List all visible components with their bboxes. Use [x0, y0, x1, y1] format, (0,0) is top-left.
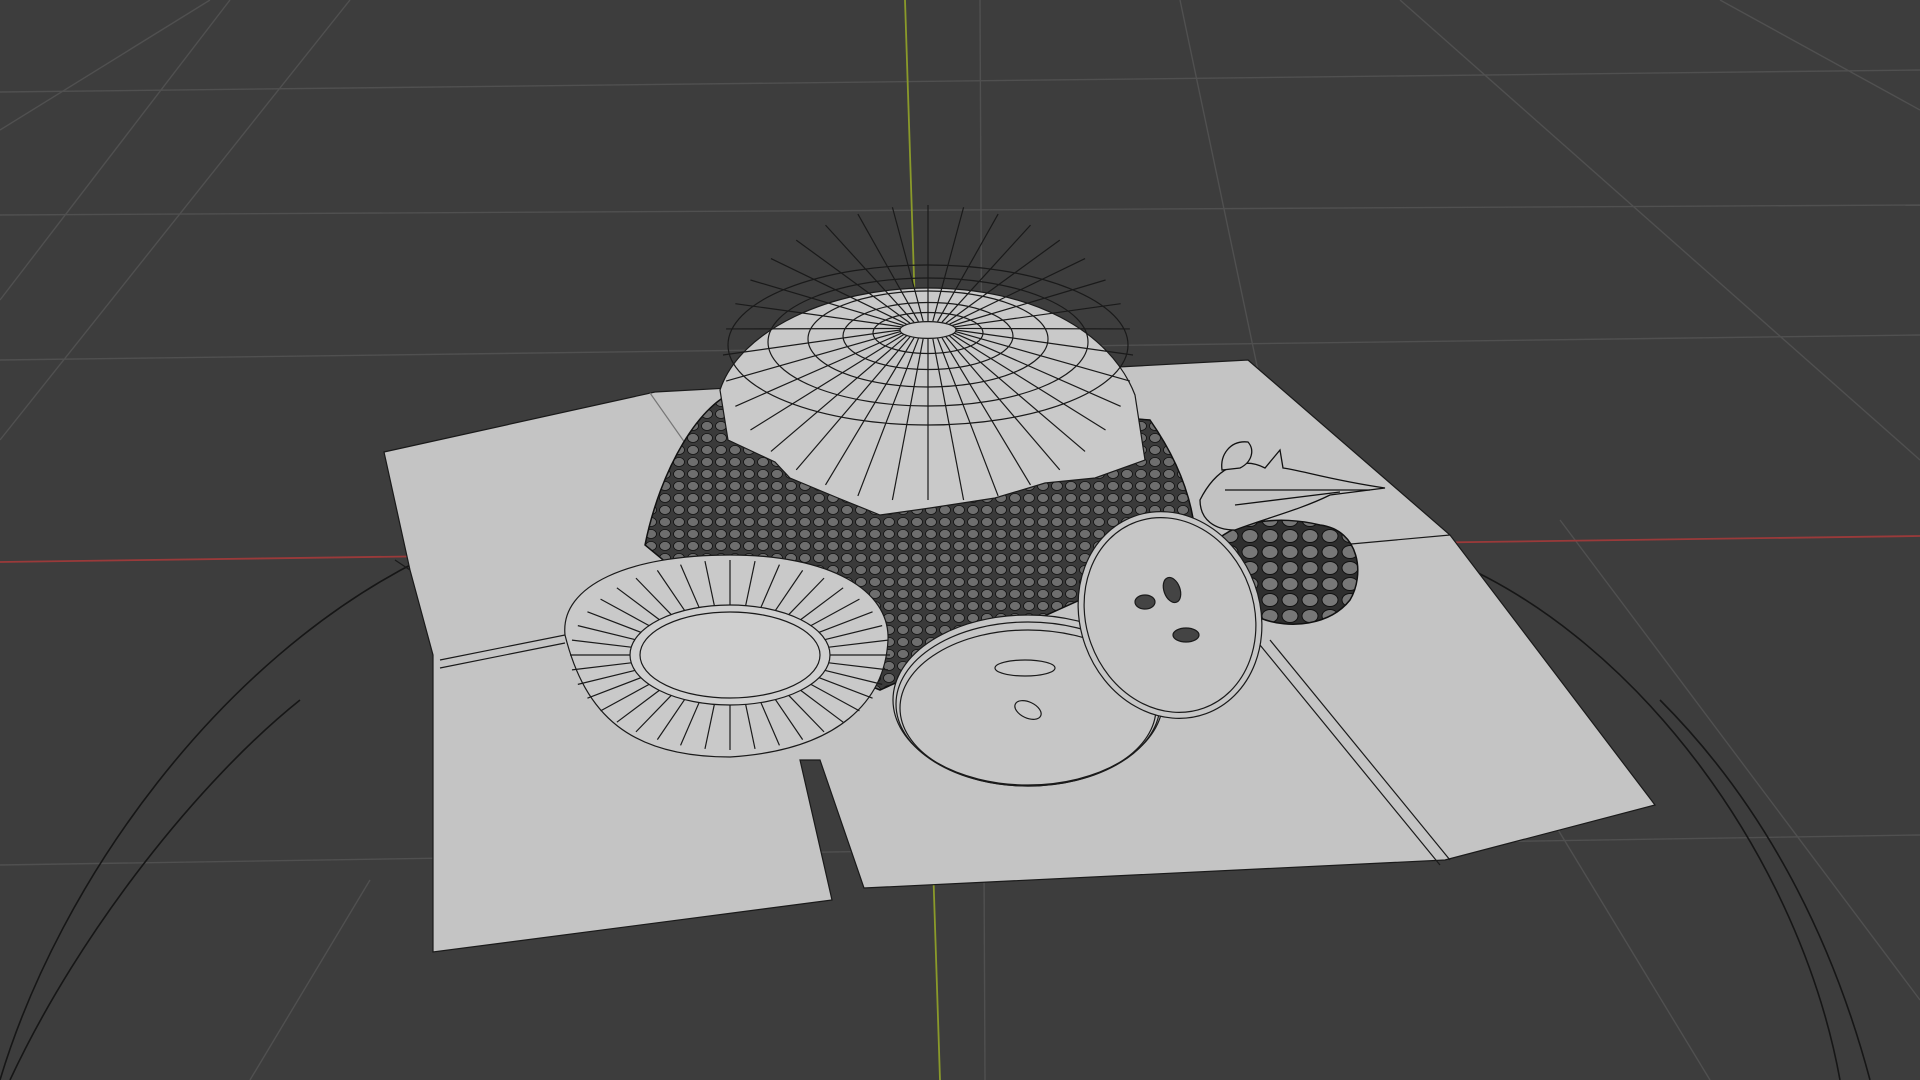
- 3d-viewport[interactable]: [0, 0, 1920, 1080]
- bowl-mesh[interactable]: [719, 205, 1146, 516]
- viewport-scene[interactable]: [0, 0, 1920, 1080]
